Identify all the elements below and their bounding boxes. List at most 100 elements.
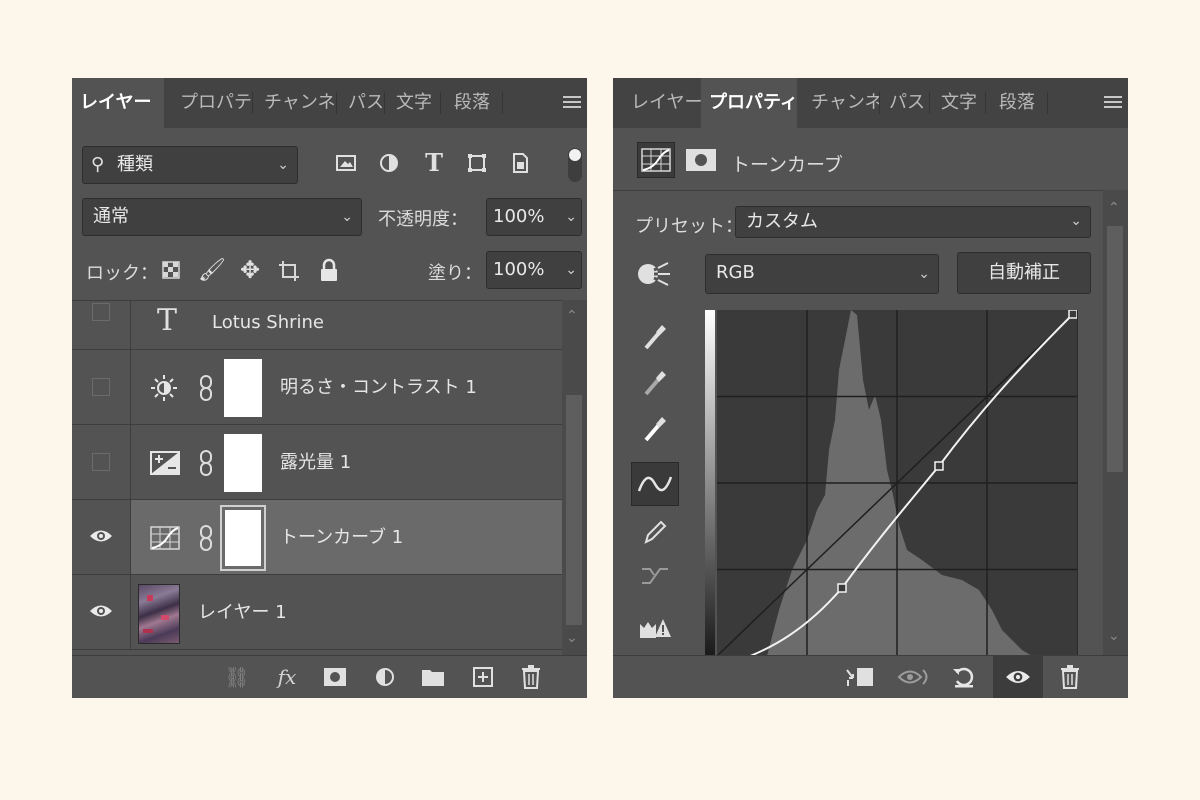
- scroll-down-icon[interactable]: ⌄: [566, 630, 578, 646]
- layers-scrollbar[interactable]: ⌃ ⌄: [562, 300, 587, 656]
- opacity-value: 100%: [493, 206, 545, 227]
- scroll-thumb[interactable]: [566, 395, 582, 625]
- text-layer-icon: T: [156, 303, 177, 338]
- shape-filter-icon[interactable]: [465, 152, 489, 176]
- channel-dropdown[interactable]: RGB ⌄: [705, 254, 939, 294]
- exposure-icon: [150, 451, 180, 475]
- chevron-down-icon: ⌄: [1070, 213, 1082, 229]
- tab-properties[interactable]: プロパティ: [701, 78, 797, 128]
- new-adjustment-layer-icon[interactable]: [370, 662, 400, 692]
- lock-position-icon[interactable]: ✥: [237, 256, 263, 284]
- visibility-toggle[interactable]: [92, 303, 110, 321]
- text-filter-icon[interactable]: T: [422, 148, 446, 177]
- tab-paths[interactable]: パス: [881, 78, 929, 128]
- lock-image-pixels-icon[interactable]: 🖌: [198, 258, 226, 284]
- curve-graph[interactable]: [717, 310, 1077, 656]
- smooth-curve-icon[interactable]: [631, 556, 679, 596]
- eyedropper-gray-icon[interactable]: [631, 362, 679, 402]
- view-previous-state-icon[interactable]: [897, 662, 928, 692]
- scroll-up-icon[interactable]: ⌃: [1108, 200, 1120, 216]
- clip-to-layer-icon[interactable]: [845, 662, 875, 692]
- lock-label: ロック：: [86, 263, 158, 284]
- link-layers-icon[interactable]: ⛓: [222, 662, 252, 692]
- blend-mode-dropdown[interactable]: 通常 ⌄: [82, 198, 362, 236]
- tab-channels[interactable]: チャンネル: [803, 78, 879, 128]
- layer-name: Lotus Shrine: [212, 312, 325, 333]
- eye-icon[interactable]: [89, 603, 113, 619]
- adjustment-tab-button[interactable]: [637, 142, 675, 178]
- add-mask-icon[interactable]: [320, 662, 350, 692]
- adjustment-filter-icon[interactable]: [377, 152, 401, 176]
- link-icon[interactable]: [198, 525, 214, 551]
- properties-bottom-bar: [613, 655, 1128, 698]
- tab-channels[interactable]: チャンネル: [256, 78, 336, 128]
- mask-tab-button[interactable]: [685, 148, 717, 176]
- panel-menu-icon[interactable]: [1104, 96, 1122, 110]
- curves-icon: [641, 148, 671, 172]
- eyedropper-black-icon[interactable]: [631, 316, 679, 356]
- curve-point-midtone: [934, 461, 944, 471]
- filter-toggle[interactable]: [568, 148, 582, 182]
- tab-bar: レイヤー プロパティ チャンネル パス 文字 段落: [613, 78, 1128, 128]
- preset-dropdown[interactable]: カスタム ⌄: [735, 206, 1091, 238]
- curve-graph-canvas[interactable]: [717, 310, 1077, 656]
- toggle-visibility-button[interactable]: [993, 656, 1043, 698]
- layer-row-pixel[interactable]: レイヤー 1: [72, 575, 562, 650]
- chevron-down-icon: ⌄: [277, 157, 289, 173]
- layer-list: T Lotus Shrine 明るさ・コントラスト 1 露光量 1 トーンカーブ…: [72, 300, 562, 657]
- fx-icon[interactable]: fx: [272, 662, 302, 692]
- properties-scrollbar[interactable]: ⌃ ⌄: [1103, 190, 1128, 656]
- lock-artboard-icon[interactable]: [276, 259, 302, 285]
- tab-bar: レイヤー プロパティ チャンネル パス 文字 段落: [72, 78, 587, 128]
- pixel-filter-icon[interactable]: [334, 152, 358, 176]
- layer-thumbnail-image[interactable]: [138, 584, 180, 644]
- layer-filter-dropdown[interactable]: ⚲ 種類 ⌄: [82, 146, 298, 184]
- tab-paragraph[interactable]: 段落: [991, 78, 1047, 128]
- pencil-icon[interactable]: [631, 512, 679, 552]
- layer-row-curves[interactable]: トーンカーブ 1: [72, 500, 562, 575]
- layer-mask-thumbnail[interactable]: [224, 434, 262, 492]
- panel-menu-icon[interactable]: [563, 96, 581, 110]
- new-layer-icon[interactable]: [468, 662, 498, 692]
- layer-row-text[interactable]: T Lotus Shrine: [72, 301, 562, 350]
- layer-filter-value: 種類: [117, 154, 153, 175]
- chevron-down-icon: ⌄: [341, 209, 353, 225]
- lock-all-icon[interactable]: [318, 258, 340, 282]
- curve-point-white: [1068, 310, 1077, 319]
- clipping-warning-icon[interactable]: [631, 608, 679, 648]
- link-icon[interactable]: [198, 450, 214, 476]
- link-icon[interactable]: [198, 375, 214, 401]
- tab-character[interactable]: 文字: [388, 78, 440, 128]
- layer-mask-thumbnail[interactable]: [224, 359, 262, 417]
- eye-icon[interactable]: [89, 528, 113, 544]
- auto-button[interactable]: 自動補正: [957, 252, 1091, 294]
- preset-value: カスタム: [746, 211, 818, 232]
- scroll-thumb[interactable]: [1107, 226, 1123, 472]
- visibility-toggle[interactable]: [92, 378, 110, 396]
- tab-layers[interactable]: レイヤー: [72, 78, 164, 128]
- trash-icon[interactable]: [1055, 662, 1085, 692]
- layer-row-brightness-contrast[interactable]: 明るさ・コントラスト 1: [72, 350, 562, 425]
- tab-paragraph[interactable]: 段落: [446, 78, 500, 128]
- tab-paths[interactable]: パス: [340, 78, 384, 128]
- layer-mask-thumbnail[interactable]: [225, 510, 261, 566]
- tab-layers[interactable]: レイヤー: [623, 78, 701, 128]
- trash-icon[interactable]: [516, 662, 546, 692]
- opacity-field[interactable]: 100% ⌄: [486, 198, 582, 236]
- reset-icon[interactable]: [949, 662, 979, 692]
- scroll-down-icon[interactable]: ⌄: [1108, 628, 1120, 644]
- tab-character[interactable]: 文字: [933, 78, 985, 128]
- tab-properties[interactable]: プロパティ: [172, 78, 252, 128]
- eyedropper-white-icon[interactable]: [631, 408, 679, 448]
- fill-field[interactable]: 100% ⌄: [486, 251, 582, 289]
- layer-row-exposure[interactable]: 露光量 1: [72, 425, 562, 500]
- visibility-toggle[interactable]: [92, 453, 110, 471]
- on-image-adjustment-icon[interactable]: [633, 260, 673, 290]
- smart-object-filter-icon[interactable]: [508, 152, 532, 176]
- lock-transparent-pixels-icon[interactable]: [160, 260, 182, 282]
- new-group-icon[interactable]: [418, 662, 448, 692]
- scroll-up-icon[interactable]: ⌃: [566, 308, 578, 324]
- edit-curve-points-icon[interactable]: [631, 462, 679, 506]
- layers-panel: レイヤー プロパティ チャンネル パス 文字 段落 ⚲ 種類 ⌄ T 通常 ⌄ …: [72, 78, 587, 698]
- divider: [613, 190, 1103, 191]
